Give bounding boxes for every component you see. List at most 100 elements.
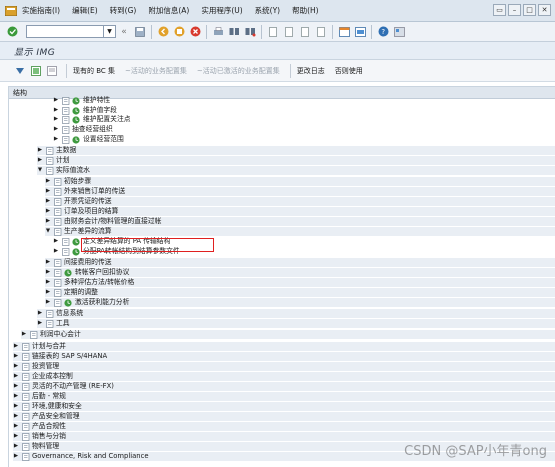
tree-node[interactable]: ▶ 企业成本控制 — [13, 372, 555, 381]
tree-node-label[interactable]: 利润中心会计 — [40, 330, 81, 339]
tree-node[interactable]: ▶ 后勤 - 常规 — [13, 392, 555, 401]
window-layout-button[interactable]: ▭ — [493, 4, 506, 16]
documentation-icon[interactable] — [46, 146, 54, 155]
documentation-icon[interactable] — [62, 247, 70, 256]
command-field[interactable] — [26, 25, 104, 38]
tree-node-label[interactable]: 投资管理 — [32, 362, 59, 371]
tree-node-label[interactable]: 订单及项目的结算 — [64, 207, 118, 216]
documentation-icon[interactable] — [54, 187, 62, 196]
change-log-button[interactable]: 更改日志 — [297, 66, 325, 76]
last-page-icon[interactable] — [315, 26, 327, 38]
documentation-icon[interactable] — [22, 442, 30, 451]
documentation-icon[interactable] — [46, 309, 54, 318]
back-arrow-icon[interactable]: « — [118, 26, 130, 38]
execute-clock-icon[interactable] — [72, 115, 80, 124]
exit-icon[interactable] — [173, 26, 185, 38]
maximize-button[interactable]: □ — [523, 4, 536, 16]
expand-triangle-icon[interactable]: ▶ — [13, 362, 19, 371]
expand-triangle-icon[interactable]: ▶ — [13, 452, 19, 461]
tree-node-label[interactable]: 定期的调整 — [64, 288, 98, 297]
execute-clock-icon[interactable] — [72, 106, 80, 115]
previous-page-icon[interactable] — [283, 26, 295, 38]
tree-node[interactable]: ▶ 转帐客户回扣协议 — [45, 268, 555, 277]
tree-node-label[interactable]: 间接费用的传送 — [64, 258, 112, 267]
command-dropdown[interactable]: ▼ — [104, 25, 116, 38]
documentation-icon[interactable] — [54, 278, 62, 287]
tree-node-label[interactable]: 产品安全和管理 — [32, 412, 80, 421]
back-icon[interactable] — [157, 26, 169, 38]
expand-triangle-icon[interactable]: ▶ — [13, 412, 19, 421]
expand-triangle-icon[interactable]: ▶ — [21, 330, 27, 339]
save-icon[interactable] — [134, 26, 146, 38]
execute-clock-icon[interactable] — [64, 268, 72, 277]
expand-triangle-icon[interactable]: ▶ — [37, 146, 43, 155]
tree-node-label[interactable]: 抽查经营组织 — [72, 125, 113, 134]
tree-node-label[interactable]: 灵活的不动产管理 (RE-FX) — [32, 382, 114, 391]
tree-node-label[interactable]: 物料管理 — [32, 442, 59, 451]
expand-subtree-icon[interactable] — [14, 65, 26, 77]
tree-node[interactable]: ▶ 激活获利能力分析 — [45, 298, 555, 307]
tree-node[interactable]: ▶ 由财务会计/物料管理的直接过帐 — [45, 217, 555, 226]
tree-node[interactable]: ▶ 计划与合并 — [13, 342, 555, 351]
tree-node-label[interactable]: 环境,健康和安全 — [32, 402, 82, 411]
customize-layout-icon[interactable] — [393, 26, 405, 38]
expand-triangle-icon[interactable]: ▶ — [37, 156, 43, 165]
documentation-icon[interactable] — [22, 452, 30, 461]
tree-node-label[interactable]: 信息系统 — [56, 309, 83, 318]
sap-system-icon[interactable] — [4, 5, 18, 17]
tree-node-label[interactable]: 销售与分销 — [32, 432, 66, 441]
tree-node-label[interactable]: 维护特性 — [83, 96, 110, 105]
documentation-icon[interactable] — [30, 330, 38, 339]
tree-node-label[interactable]: 计划 — [56, 156, 70, 165]
expand-triangle-icon[interactable]: ▶ — [45, 197, 51, 206]
documentation-icon[interactable] — [54, 258, 62, 267]
documentation-icon[interactable] — [62, 135, 70, 144]
existing-bc-sets-button[interactable]: 现有的 BC 集 — [73, 66, 115, 76]
tree-node[interactable]: ▶ 开票凭证的传送 — [45, 197, 555, 206]
expand-triangle-icon[interactable]: ▶ — [53, 115, 59, 124]
tree-node-label[interactable]: 工具 — [56, 319, 70, 328]
tree-node[interactable]: ▶ 设置经营范围 — [53, 135, 555, 144]
expand-triangle-icon[interactable]: ▶ — [13, 402, 19, 411]
tree-node[interactable]: ▶ 初始步骤 — [45, 177, 555, 186]
tree-node-label[interactable]: Governance, Risk and Compliance — [32, 452, 149, 461]
documentation-icon[interactable] — [22, 392, 30, 401]
tree-node-label[interactable]: 后勤 - 常规 — [32, 392, 66, 401]
expand-triangle-icon[interactable]: ▶ — [45, 258, 51, 267]
documentation-icon[interactable] — [22, 372, 30, 381]
find-next-icon[interactable] — [244, 26, 256, 38]
execute-clock-icon[interactable] — [72, 237, 80, 246]
menu-item-help[interactable]: 帮助(H) — [292, 5, 319, 16]
tree-node[interactable]: ▶ 产品合规性 — [13, 422, 555, 431]
tree-node[interactable]: ▶ 链接表的 SAP S/4HANA — [13, 352, 555, 361]
find-icon[interactable] — [228, 26, 240, 38]
documentation-icon[interactable] — [54, 207, 62, 216]
execute-clock-icon[interactable] — [72, 247, 80, 256]
expand-triangle-icon[interactable]: ▶ — [13, 372, 19, 381]
menu-item-extras[interactable]: 附加信息(A) — [148, 5, 189, 16]
menu-item-utilities[interactable]: 实用程序(U) — [201, 5, 242, 16]
expand-triangle-icon[interactable]: ▶ — [53, 106, 59, 115]
execute-clock-icon[interactable] — [72, 135, 80, 144]
menu-item-edit[interactable]: 编辑(E) — [72, 5, 98, 16]
expand-triangle-icon[interactable]: ▶ — [45, 187, 51, 196]
tree-node[interactable]: ▶ 维护值字段 — [53, 106, 555, 115]
next-page-icon[interactable] — [299, 26, 311, 38]
tree-node[interactable]: ▶ 投资管理 — [13, 362, 555, 371]
documentation-icon[interactable] — [22, 342, 30, 351]
tree-node[interactable]: ▶ 抽查经营组织 — [53, 125, 555, 134]
documentation-icon[interactable] — [62, 106, 70, 115]
new-session-icon[interactable] — [338, 26, 350, 38]
tree-node-label[interactable]: 设置经营范围 — [83, 135, 124, 144]
shortcut-icon[interactable] — [354, 26, 366, 38]
tree-node-label[interactable]: 开票凭证的传送 — [64, 197, 112, 206]
expand-triangle-icon[interactable]: ▶ — [53, 125, 59, 134]
collapse-triangle-icon[interactable]: ▼ — [45, 227, 51, 236]
tree-node-label[interactable]: 产品合规性 — [32, 422, 66, 431]
documentation-icon[interactable] — [54, 177, 62, 186]
tree-node-label[interactable]: 生产差异的流算 — [64, 227, 112, 236]
tree-node-label[interactable]: 计划与合并 — [32, 342, 66, 351]
documentation-icon[interactable] — [62, 237, 70, 246]
documentation-icon[interactable] — [22, 432, 30, 441]
tree-node[interactable]: ▶ 环境,健康和安全 — [13, 402, 555, 411]
